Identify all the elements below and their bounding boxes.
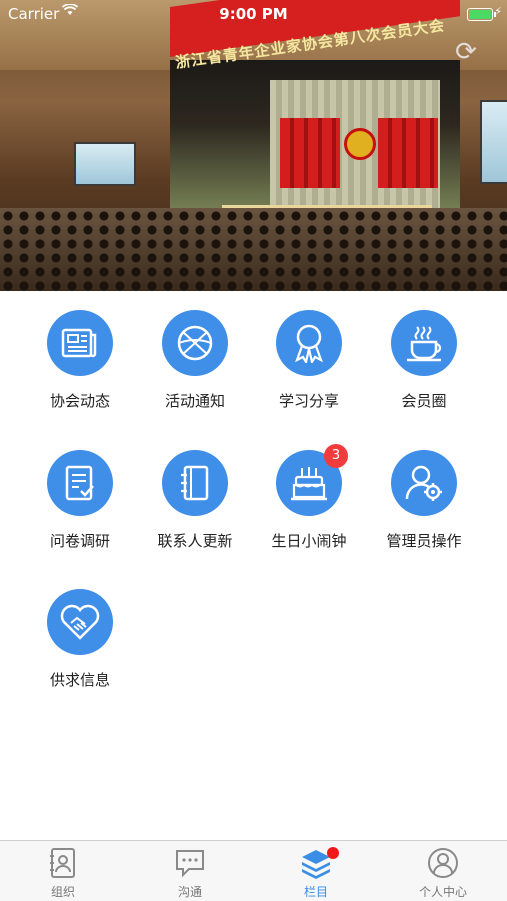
status-bar: Carrier 9:00 PM ⚡: [0, 0, 507, 28]
banner-photo: 浙江省青年企业家协会第八次会员大会: [0, 0, 507, 291]
battery-icon: [467, 8, 496, 21]
tab-communication[interactable]: 沟通: [127, 841, 253, 901]
tab-organization[interactable]: 组织: [0, 841, 126, 901]
menu-item-birthday-alarm[interactable]: 3 生日小闹钟: [252, 444, 366, 551]
menu-item-label: 活动通知: [164, 392, 225, 410]
refresh-icon[interactable]: ⟳: [452, 38, 480, 66]
menu-item-label: 联系人更新: [157, 532, 233, 550]
menu-item-label: 协会动态: [49, 392, 110, 410]
unread-dot: [327, 847, 339, 859]
menu-item-survey[interactable]: 问卷调研: [23, 450, 137, 551]
menu-item-member-circle[interactable]: 会员圈: [367, 310, 481, 411]
chat-bubble-icon: [174, 847, 206, 879]
birthday-cake-icon: 3: [276, 444, 348, 516]
tab-personal-center[interactable]: 个人中心: [380, 841, 506, 901]
tab-label: 栏目: [303, 885, 328, 899]
contact-book-icon: [162, 450, 228, 516]
menu-item-label: 生日小闹钟: [271, 532, 347, 550]
organization-icon: [47, 847, 79, 879]
menu-item-label: 供求信息: [49, 671, 110, 689]
handshake-heart-icon: [47, 589, 113, 655]
tab-label: 个人中心: [418, 885, 467, 899]
tab-columns[interactable]: 栏目: [253, 841, 379, 901]
menu-item-activity-notice[interactable]: 活动通知: [138, 310, 252, 411]
user-profile-icon: [427, 847, 459, 879]
menu-item-label: 管理员操作: [386, 532, 462, 550]
menu-item-admin-operation[interactable]: 管理员操作: [367, 450, 481, 551]
menu-item-label: 学习分享: [278, 392, 339, 410]
tab-bar: 组织 沟通 栏目 个人中心: [0, 840, 507, 901]
award-ribbon-icon: [276, 310, 342, 376]
basketball-icon: [162, 310, 228, 376]
charging-icon: ⚡: [494, 5, 502, 18]
tab-label: 沟通: [177, 885, 202, 899]
menu-item-contact-update[interactable]: 联系人更新: [138, 450, 252, 551]
clock: 9:00 PM: [219, 5, 288, 23]
notification-badge: 3: [324, 444, 348, 468]
menu-item-association-news[interactable]: 协会动态: [23, 310, 137, 411]
menu-item-supply-demand[interactable]: 供求信息: [23, 589, 137, 690]
menu-item-label: 会员圈: [401, 392, 447, 410]
coffee-cup-icon: [391, 310, 457, 376]
newspaper-icon: [47, 310, 113, 376]
survey-checklist-icon: [47, 450, 113, 516]
emblem-icon: [344, 128, 376, 160]
menu-item-study-share[interactable]: 学习分享: [252, 310, 366, 411]
tab-label: 组织: [50, 885, 75, 899]
menu-item-label: 问卷调研: [49, 532, 110, 550]
admin-user-gear-icon: [391, 450, 457, 516]
